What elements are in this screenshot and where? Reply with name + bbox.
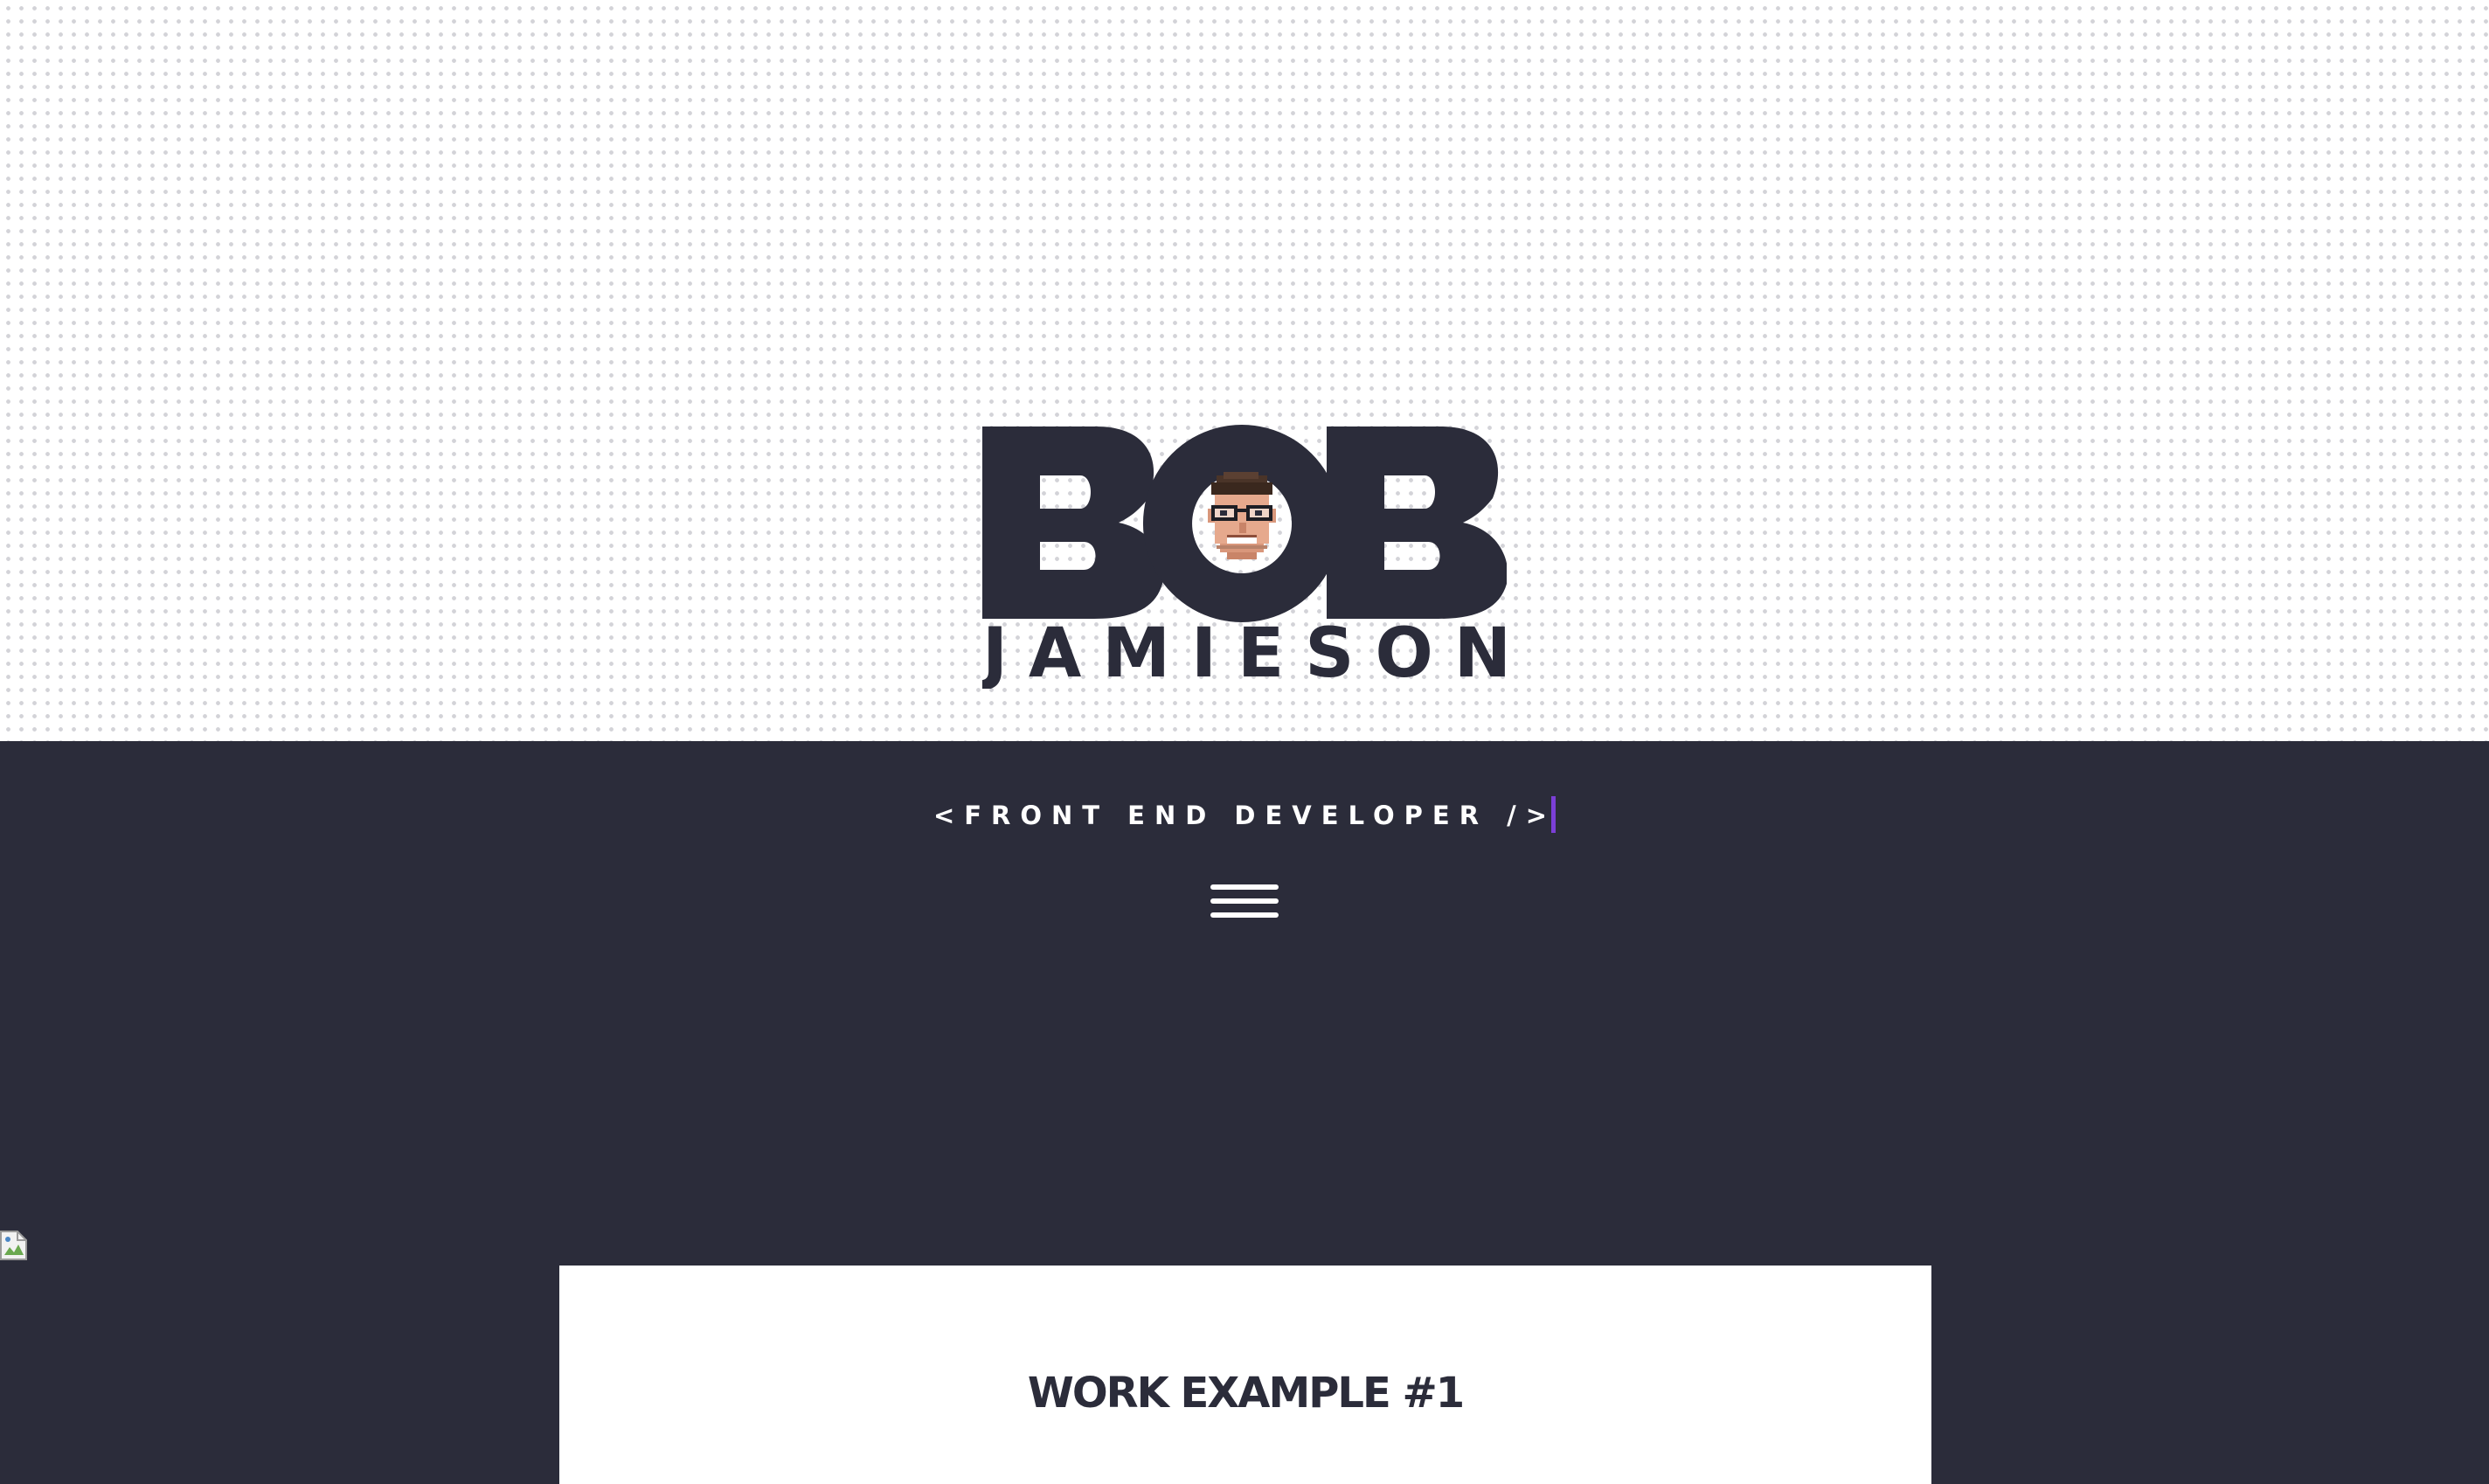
typing-cursor: [1551, 796, 1556, 833]
job-title-tagline: <FRONT END DEVELOPER />: [0, 794, 2489, 837]
intro-band: <FRONT END DEVELOPER /> WORK EXAMPLE #1: [0, 741, 2489, 1484]
menu-bar: [1210, 912, 1279, 918]
broken-image-icon: [0, 1231, 28, 1260]
logo-last-name: JAMIESON: [982, 619, 1507, 689]
work-example-title: WORK EXAMPLE #1: [1027, 1369, 1465, 1418]
work-example-card: WORK EXAMPLE #1: [559, 1266, 1931, 1484]
pixel-avatar-face-icon: [1208, 472, 1276, 559]
menu-bar: [1210, 884, 1279, 890]
hero-section: JAMIESON: [0, 0, 2489, 741]
hamburger-menu-icon[interactable]: [1209, 879, 1280, 925]
menu-bar: [1210, 898, 1279, 904]
logo-first-name: [982, 425, 1507, 622]
site-logo[interactable]: JAMIESON: [982, 425, 1507, 689]
tagline-text: <FRONT END DEVELOPER />: [933, 801, 1557, 830]
